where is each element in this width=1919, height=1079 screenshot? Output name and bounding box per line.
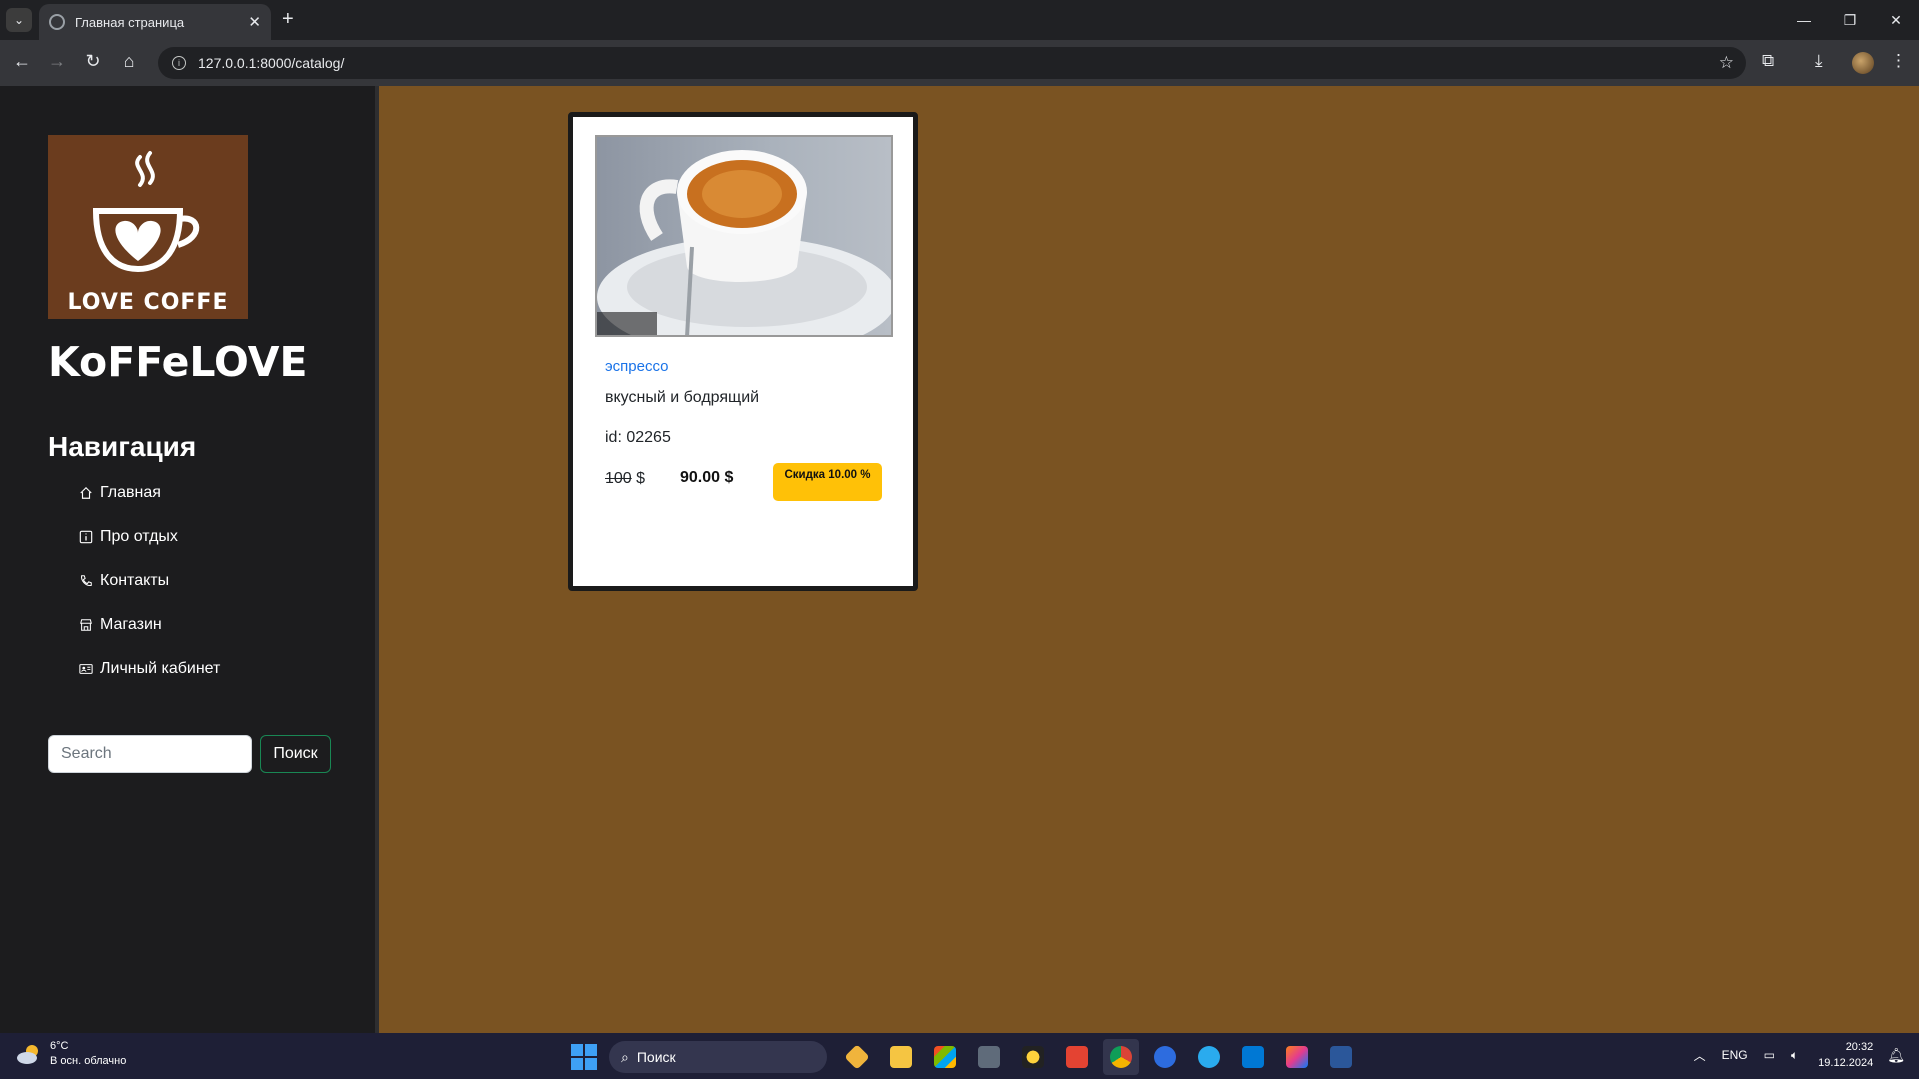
- product-card: эспрессо вкусный и бодрящий id: 02265 10…: [568, 112, 918, 591]
- word-icon[interactable]: [1323, 1039, 1359, 1075]
- back-arrow-icon[interactable]: ←: [10, 51, 34, 72]
- profile-avatar[interactable]: [1852, 52, 1874, 74]
- coffee-logo[interactable]: LOVE COFFE: [48, 135, 248, 319]
- download-icon[interactable]: ⤓: [1815, 51, 1823, 71]
- product-name-link[interactable]: эспрессо: [605, 358, 668, 375]
- tab-title: Главная страница: [75, 14, 185, 30]
- nav-item-label: Магазин: [100, 616, 162, 633]
- volume-icon[interactable]: 🔈︎: [1791, 1048, 1798, 1063]
- old-price-value: 100: [605, 470, 632, 487]
- search-button[interactable]: Поиск: [260, 735, 331, 773]
- weather-widget[interactable]: 6°C В осн. облачно: [16, 1039, 126, 1069]
- notification-bell-icon[interactable]: 🔔︎: [1887, 1047, 1905, 1064]
- old-price-currency: $: [631, 470, 646, 487]
- tab-list-chevron-icon[interactable]: ⌄: [6, 8, 32, 32]
- tray-overflow-chevron-icon[interactable]: ︿: [1694, 1047, 1706, 1064]
- logo-text: LOVE COFFE: [67, 290, 229, 315]
- vscode-icon[interactable]: [1235, 1039, 1271, 1075]
- product-description: вкусный и бодрящий: [605, 389, 760, 406]
- windows-start-icon[interactable]: [571, 1044, 597, 1070]
- nav-item-contacts[interactable]: Контакты: [78, 559, 220, 603]
- minimize-icon[interactable]: —: [1781, 0, 1827, 40]
- file-explorer-icon[interactable]: [883, 1039, 919, 1075]
- shop-icon: [78, 617, 94, 633]
- old-price: 100 $: [605, 470, 645, 488]
- microsoft-store-icon[interactable]: [927, 1039, 963, 1075]
- brand-title: KoFFeLOVE: [48, 338, 308, 386]
- calculator-icon[interactable]: [971, 1039, 1007, 1075]
- nav-item-account[interactable]: Личный кабинет: [78, 647, 220, 691]
- person-card-icon: [78, 661, 94, 677]
- sun-app-icon[interactable]: [1015, 1039, 1051, 1075]
- chrome-icon[interactable]: [1103, 1039, 1139, 1075]
- browser-menu-icon[interactable]: ⋮: [1890, 51, 1907, 71]
- todoist-icon[interactable]: [1059, 1039, 1095, 1075]
- language-indicator[interactable]: ENG: [1722, 1048, 1748, 1062]
- site-info-icon[interactable]: i: [172, 56, 186, 70]
- window-controls: — ❐ ✕: [1781, 0, 1919, 40]
- system-tray: ︿ ENG ▭ 🔈︎ 20:32 19.12.2024 🔔︎: [1678, 1039, 1905, 1071]
- nav-item-home[interactable]: Главная: [78, 471, 220, 515]
- sidebar: LOVE COFFE KoFFeLOVE Навигация Главная П…: [0, 86, 379, 1033]
- clock[interactable]: 20:32 19.12.2024: [1818, 1039, 1873, 1071]
- home-icon: [78, 485, 94, 501]
- taskbar-center: ⌕ Поиск: [571, 1039, 1367, 1075]
- nav-item-shop[interactable]: Магазин: [78, 603, 220, 647]
- search-form: Поиск: [48, 735, 331, 773]
- weather-description: В осн. облачно: [50, 1055, 127, 1067]
- browser-toolbar: ← → ↻ ⌂ i 127.0.0.1:8000/catalog/ ☆ ⧉ ⤓ …: [0, 40, 1919, 86]
- url-text[interactable]: 127.0.0.1:8000/catalog/: [198, 55, 1719, 71]
- intellij-icon[interactable]: [1279, 1039, 1315, 1075]
- nav-item-label: Личный кабинет: [100, 660, 221, 677]
- navigation-heading: Навигация: [48, 431, 197, 462]
- network-icon[interactable]: ▭: [1764, 1048, 1775, 1062]
- new-tab-plus-icon[interactable]: +: [282, 8, 294, 31]
- globe-icon: [49, 14, 65, 30]
- info-icon: [78, 529, 94, 545]
- forward-arrow-icon[interactable]: →: [45, 51, 69, 72]
- taskbar-search[interactable]: ⌕ Поиск: [609, 1041, 827, 1073]
- search-icon: ⌕: [621, 1048, 629, 1065]
- search-input[interactable]: [48, 735, 252, 773]
- browser-tab-strip: ⌄ Главная страница ✕ + — ❐ ✕: [0, 0, 1919, 40]
- git-app-icon[interactable]: [839, 1039, 875, 1075]
- extensions-puzzle-icon[interactable]: ⧉: [1762, 51, 1774, 71]
- close-tab-icon[interactable]: ✕: [248, 13, 261, 31]
- taskbar-search-label: Поиск: [636, 1049, 676, 1065]
- address-bar[interactable]: i 127.0.0.1:8000/catalog/ ☆: [158, 47, 1746, 79]
- nav-item-label: Главная: [100, 484, 161, 501]
- new-price: 90.00 $: [680, 469, 734, 486]
- browser-tab[interactable]: Главная страница ✕: [39, 4, 271, 40]
- reload-icon[interactable]: ↻: [81, 51, 105, 72]
- espresso-photo: [595, 135, 893, 337]
- clock-time: 20:32: [1845, 1041, 1874, 1053]
- close-window-icon[interactable]: ✕: [1873, 0, 1919, 40]
- discount-badge: Скидка 10.00 %: [773, 463, 882, 501]
- coffee-cup-heart-icon: [92, 151, 200, 273]
- phone-icon: [78, 573, 94, 589]
- restore-icon[interactable]: ❐: [1827, 0, 1873, 40]
- windows-taskbar: 6°C В осн. облачно ⌕ Поиск ︿ ENG ▭ 🔈︎ 20…: [0, 1033, 1919, 1079]
- nav-list: Главная Про отдых Контакты Магазин Личны…: [78, 471, 220, 691]
- cloud-sun-icon: [16, 1043, 42, 1065]
- home-icon[interactable]: ⌂: [117, 51, 141, 72]
- app-store-icon[interactable]: [1147, 1039, 1183, 1075]
- bookmark-star-icon[interactable]: ☆: [1719, 53, 1734, 73]
- clock-date: 19.12.2024: [1818, 1057, 1874, 1069]
- nav-item-label: Контакты: [100, 572, 170, 589]
- telegram-icon[interactable]: [1191, 1039, 1227, 1075]
- product-id: id: 02265: [605, 429, 671, 446]
- nav-item-label: Про отдых: [100, 528, 178, 545]
- page-body: LOVE COFFE KoFFeLOVE Навигация Главная П…: [0, 86, 1919, 1033]
- weather-temperature: 6°C: [50, 1040, 69, 1052]
- nav-item-about[interactable]: Про отдых: [78, 515, 220, 559]
